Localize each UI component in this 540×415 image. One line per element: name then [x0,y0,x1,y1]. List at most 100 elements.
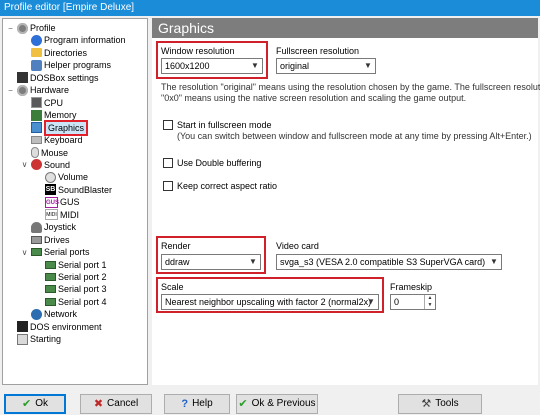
start-fullscreen-label: Start in fullscreen mode [177,120,272,130]
settings-tree[interactable]: − Profile Program information Directories He… [2,18,148,385]
tools-button[interactable]: ⚒ Tools [398,394,482,414]
graphics-panel: Graphics Window resolution 1600x1200 ▼ F… [152,18,540,385]
tree-item[interactable]: SB SoundBlaster [34,184,112,196]
help-icon: ? [181,398,189,410]
expander-icon[interactable]: ∨ [20,248,29,257]
tree-item[interactable]: Joystick [20,221,76,233]
render-label: Render [161,241,191,251]
tree-item-label: GUS [60,197,80,208]
tree-item-label: Program information [44,35,126,46]
fullscreen-resolution-value: original [280,61,310,71]
tree-item[interactable]: Network [20,308,77,320]
tree-item[interactable]: Starting [6,333,61,345]
tree-item-label: Serial port 1 [58,259,107,270]
dosbox-icon [17,72,28,84]
frameskip-value: 0 [394,297,400,307]
double-buffering-checkbox[interactable] [163,158,173,168]
gear-icon [17,22,28,34]
cancel-button[interactable]: ✖ Cancel [80,394,152,414]
window-resolution-select[interactable]: 1600x1200 ▼ [161,58,263,74]
memory-icon [31,109,42,121]
scale-select[interactable]: Nearest neighbor upscaling with factor 2… [161,294,379,310]
sound-icon [31,159,42,171]
fullscreen-resolution-select[interactable]: original ▼ [276,58,376,74]
frameskip-label: Frameskip [390,282,433,292]
frameskip-stepper[interactable]: 0 ▲ ▼ [390,294,436,310]
resolution-note-line1: The resolution "original" means using th… [161,82,540,92]
tree-item-label: Serial ports [44,247,90,258]
tree-item-label: Network [44,309,78,320]
tree-item-label: Starting [30,334,62,345]
volume-icon [45,171,56,183]
tree-item[interactable]: Mouse [20,147,68,159]
help-button[interactable]: ? Help [164,394,230,414]
tree-item[interactable]: Drives [20,234,70,246]
serial-icon [45,285,56,294]
gus-icon: GUS [45,196,59,208]
expander-icon[interactable]: − [6,86,15,95]
tree-item[interactable]: ∨ Sound [20,159,70,171]
tree-item[interactable]: Serial port 4 [34,296,107,308]
tree-item-label: Drives [44,234,70,245]
stepper-arrows-icon[interactable]: ▲ ▼ [424,295,435,309]
tree-item[interactable]: ∨ Serial ports [20,246,90,258]
tree-item-label: Sound [44,159,71,170]
tree-item[interactable]: Helper programs [20,59,111,71]
chevron-down-icon: ▼ [249,257,257,266]
ok-previous-button[interactable]: ✔ Ok & Previous [236,394,318,414]
double-buffering-label: Use Double buffering [177,158,262,168]
drive-icon [31,235,42,244]
tree-item[interactable]: − Hardware [6,84,69,96]
tree-item[interactable]: MIDI MIDI [34,209,79,221]
tree-item-label: MIDI [60,209,79,220]
expander-icon[interactable]: ∨ [20,160,29,169]
tree-item[interactable]: Program information [20,34,126,46]
render-select[interactable]: ddraw ▼ [161,254,261,270]
tree-item[interactable]: − Profile [6,22,56,34]
tree-item-label: Directories [44,47,88,58]
tree-item[interactable]: Keyboard [20,134,83,146]
tree-item-label: Helper programs [44,60,112,71]
tree-item-label: Serial port 4 [58,296,107,307]
tree-item[interactable]: GUS GUS [34,196,80,208]
aspect-ratio-checkbox[interactable] [163,181,173,191]
keyboard-icon [31,136,42,145]
start-fullscreen-checkbox[interactable] [163,120,173,130]
tree-item[interactable]: Serial port 3 [34,283,107,295]
cancel-label: Cancel [107,398,139,409]
tree-item-label: Keyboard [44,135,83,146]
chevron-down-icon: ▼ [367,297,375,306]
folder-icon [31,48,42,58]
tree-item-label: DOSBox settings [30,72,99,83]
soundblaster-icon: SB [45,184,56,196]
tree-item[interactable]: DOSBox settings [6,72,99,84]
tree-item[interactable]: Serial port 2 [34,271,107,283]
fullscreen-resolution-label: Fullscreen resolution [276,46,360,56]
window-title: Profile editor [Empire Deluxe] [0,0,540,16]
window-resolution-value: 1600x1200 [165,61,210,71]
network-icon [31,308,42,320]
ok-button[interactable]: ✔ Ok [4,394,66,414]
render-value: ddraw [165,257,190,267]
tree-item-label: SoundBlaster [58,184,113,195]
gear-icon [17,84,28,96]
tree-item[interactable]: Graphics [20,119,89,136]
serial-icon [45,273,56,281]
tree-item[interactable]: Volume [34,171,88,183]
scale-value: Nearest neighbor upscaling with factor 2… [165,297,372,307]
profile-editor-window: − Profile Program information Directories He… [0,16,540,415]
tree-item[interactable]: Serial port 1 [34,259,107,271]
tree-item[interactable]: CPU [20,97,63,109]
midi-icon: MIDI [45,209,58,221]
video-card-select[interactable]: svga_s3 (VESA 2.0 compatible S3 SuperVGA… [276,254,502,270]
tree-item[interactable]: DOS environment [6,321,102,333]
cpu-icon [31,97,42,109]
tree-item[interactable]: Directories [20,47,87,59]
expander-icon[interactable]: − [6,24,15,33]
